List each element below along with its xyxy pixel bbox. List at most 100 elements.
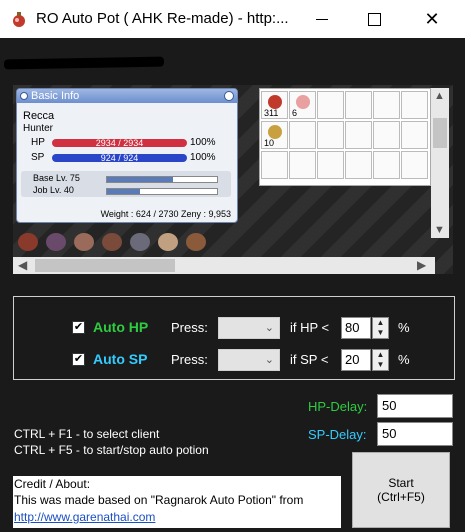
sp-key-select[interactable]: ⌄ bbox=[218, 349, 280, 371]
spin-down-icon[interactable]: ▼ bbox=[373, 360, 388, 370]
basic-info-window: Basic Info Recca Hunter HP 2934 / 2934 1… bbox=[16, 88, 238, 223]
start-button[interactable]: Start (Ctrl+F5) bbox=[352, 452, 450, 528]
inventory-slot[interactable] bbox=[289, 121, 316, 149]
sp-delay-input[interactable]: 50 bbox=[377, 422, 453, 446]
hp-delay-label: HP-Delay: bbox=[308, 399, 368, 414]
basic-info-title: Basic Info bbox=[31, 90, 80, 102]
inventory-grid: 311 6 10 bbox=[259, 88, 431, 186]
hp-percent-unit: % bbox=[398, 320, 410, 335]
title-bar: RO Auto Pot ( AHK Re-made) - http:... ✕ bbox=[0, 0, 465, 38]
minimize-button[interactable] bbox=[300, 0, 344, 38]
item-quantity: 6 bbox=[292, 108, 298, 118]
inventory-slot[interactable]: 6 bbox=[289, 91, 316, 119]
character-name: Recca bbox=[23, 110, 55, 122]
inventory-slot[interactable] bbox=[289, 151, 316, 179]
minimize-icon bbox=[316, 18, 328, 20]
start-shortcut: (Ctrl+F5) bbox=[377, 490, 425, 504]
credit-title: Credit / About: bbox=[14, 477, 91, 491]
credit-text: This was made based on "Ragnarok Auto Po… bbox=[14, 493, 304, 507]
inventory-slot[interactable] bbox=[261, 151, 288, 179]
inventory-slot[interactable] bbox=[401, 91, 428, 119]
hp-threshold-spinner[interactable]: ▲ ▼ bbox=[372, 317, 389, 339]
inventory-slot[interactable] bbox=[317, 121, 344, 149]
scroll-thumb[interactable] bbox=[433, 118, 447, 148]
scroll-up-icon[interactable]: ▲ bbox=[434, 90, 445, 102]
skill-icon bbox=[74, 233, 94, 251]
scroll-down-icon[interactable]: ▼ bbox=[434, 224, 445, 236]
weight-zeny: Weight : 624 / 2730 Zeny : 9,953 bbox=[100, 209, 231, 219]
spin-down-icon[interactable]: ▼ bbox=[373, 328, 388, 338]
hp-delay-input[interactable]: 50 bbox=[377, 394, 453, 418]
inventory-slot[interactable]: 311 bbox=[261, 91, 288, 119]
sp-percent-unit: % bbox=[398, 352, 410, 367]
auto-hp-checkbox[interactable]: ✔ bbox=[72, 321, 85, 334]
inventory-slot[interactable] bbox=[373, 91, 400, 119]
hp-key-select[interactable]: ⌄ bbox=[218, 317, 280, 339]
hint-start-stop: CTRL + F5 - to start/stop auto potion bbox=[14, 443, 209, 457]
inventory-slot[interactable] bbox=[373, 121, 400, 149]
hp-label: HP bbox=[31, 137, 45, 148]
inventory-slot[interactable] bbox=[317, 91, 344, 119]
spin-up-icon[interactable]: ▲ bbox=[373, 318, 388, 328]
inventory-slot[interactable] bbox=[401, 121, 428, 149]
credit-box: Credit / About: This was made based on "… bbox=[13, 476, 341, 528]
inventory-slot[interactable]: 10 bbox=[261, 121, 288, 149]
character-class: Hunter bbox=[23, 123, 54, 134]
close-button[interactable]: ✕ bbox=[410, 0, 454, 38]
auto-sp-checkbox[interactable]: ✔ bbox=[72, 353, 85, 366]
auto-hp-label: Auto HP bbox=[93, 319, 149, 335]
window-dot-icon bbox=[20, 92, 28, 100]
skill-icon bbox=[186, 233, 206, 251]
auto-hp-row: ✔ Auto HP Press: ⌄ if HP < 80 ▲ ▼ % bbox=[14, 315, 454, 341]
skill-icon bbox=[130, 233, 150, 251]
start-label: Start bbox=[388, 476, 414, 490]
job-level: Job Lv. 40 bbox=[33, 185, 74, 195]
skill-icon bbox=[18, 233, 38, 251]
auto-sp-label: Auto SP bbox=[93, 351, 148, 367]
window-title: RO Auto Pot ( AHK Re-made) - http:... bbox=[36, 10, 289, 27]
sp-bar: 924 / 924 bbox=[52, 154, 187, 163]
potion-icon bbox=[296, 95, 310, 109]
inventory-slot[interactable] bbox=[373, 151, 400, 179]
hp-percent: 100% bbox=[190, 137, 216, 148]
horizontal-scrollbar[interactable]: ◀ ▶ bbox=[13, 257, 435, 274]
maximize-icon bbox=[367, 12, 381, 26]
inventory-slot[interactable] bbox=[317, 151, 344, 179]
auto-sp-row: ✔ Auto SP Press: ⌄ if SP < 20 ▲ ▼ % bbox=[14, 347, 454, 373]
potion-icon bbox=[268, 125, 282, 139]
chevron-down-icon: ⌄ bbox=[264, 354, 274, 366]
inventory-slot[interactable] bbox=[401, 151, 428, 179]
spin-up-icon[interactable]: ▲ bbox=[373, 350, 388, 360]
credit-link[interactable]: http://www.garenathai.com bbox=[14, 510, 155, 524]
hint-select-client: CTRL + F1 - to select client bbox=[14, 427, 160, 441]
scroll-left-icon[interactable]: ◀ bbox=[18, 258, 27, 272]
hp-bar: 2934 / 2934 bbox=[52, 139, 187, 148]
sp-threshold-spinner[interactable]: ▲ ▼ bbox=[372, 349, 389, 371]
job-exp-fill bbox=[107, 189, 140, 194]
scroll-right-icon[interactable]: ▶ bbox=[417, 258, 426, 272]
auto-pot-settings: ✔ Auto HP Press: ⌄ if HP < 80 ▲ ▼ % ✔ Au… bbox=[13, 296, 455, 380]
close-icon: ✕ bbox=[424, 8, 440, 29]
inventory-slot[interactable] bbox=[345, 91, 372, 119]
inventory-slot[interactable] bbox=[345, 151, 372, 179]
inventory-slot[interactable] bbox=[345, 121, 372, 149]
job-exp-bar bbox=[106, 188, 218, 195]
sp-threshold-input[interactable]: 20 bbox=[341, 349, 371, 371]
sp-delay-label: SP-Delay: bbox=[308, 427, 367, 442]
hp-threshold-input[interactable]: 80 bbox=[341, 317, 371, 339]
scroll-thumb[interactable] bbox=[35, 259, 175, 272]
item-quantity: 10 bbox=[264, 138, 275, 148]
sp-condition-label: if SP < bbox=[290, 352, 329, 367]
maximize-button[interactable] bbox=[352, 0, 396, 38]
sp-press-label: Press: bbox=[171, 352, 208, 367]
potion-icon bbox=[268, 95, 282, 109]
item-quantity: 311 bbox=[264, 108, 279, 118]
sp-label: SP bbox=[31, 152, 45, 163]
vertical-scrollbar[interactable]: ▲ ▼ bbox=[431, 88, 449, 238]
base-exp-bar bbox=[106, 176, 218, 183]
minimize-circle-icon bbox=[224, 91, 234, 101]
base-exp-fill bbox=[107, 177, 173, 182]
client-preview: Basic Info Recca Hunter HP 2934 / 2934 1… bbox=[13, 85, 453, 274]
potion-app-icon bbox=[13, 12, 25, 27]
sp-percent: 100% bbox=[190, 152, 216, 163]
